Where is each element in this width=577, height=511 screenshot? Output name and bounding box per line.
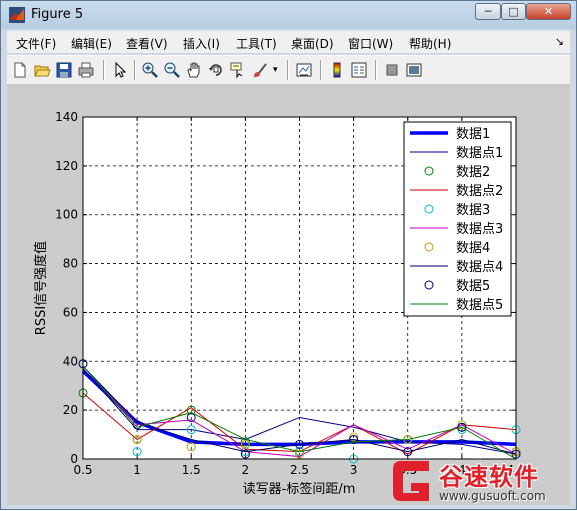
menu-overflow-icon[interactable]: ↘ bbox=[555, 35, 564, 48]
x-tick-label: 1.5 bbox=[182, 463, 201, 477]
legend-label: 数据1 bbox=[456, 127, 490, 142]
toolbar-separator bbox=[320, 60, 322, 80]
x-axis-label: 读写器-标签间距/m bbox=[243, 481, 356, 497]
legend-label: 数据点5 bbox=[456, 298, 503, 313]
y-tick-labels: 0 20 40 60 80 100 120 140 bbox=[55, 110, 78, 466]
legend-label: 数据点1 bbox=[456, 146, 503, 161]
menu-tools[interactable]: 工具(T) bbox=[236, 35, 277, 52]
toolbar-separator bbox=[375, 60, 377, 80]
toolbar-separator bbox=[103, 60, 105, 80]
menu-desktop[interactable]: 桌面(D) bbox=[291, 35, 334, 52]
title-bar[interactable]: Figure 5 ─ □ ✕ bbox=[1, 1, 576, 29]
window-title: Figure 5 bbox=[31, 7, 84, 22]
menu-bar: 文件(F) 编辑(E) 查看(V) 插入(I) 工具(T) 桌面(D) 窗口(W… bbox=[7, 31, 570, 53]
legend-label: 数据4 bbox=[456, 241, 490, 256]
watermark-name: 谷速软件 bbox=[439, 463, 539, 491]
pan-icon[interactable] bbox=[185, 61, 203, 79]
toolbar-separator bbox=[287, 60, 289, 80]
watermark-url: www.gusuoft.com bbox=[439, 489, 546, 503]
y-tick-label: 60 bbox=[63, 305, 78, 319]
close-button[interactable]: ✕ bbox=[526, 3, 571, 20]
legend-icon[interactable] bbox=[350, 61, 368, 79]
toolbar-separator bbox=[134, 60, 136, 80]
line-chart[interactable]: 0.511.522.533.544.5 020406080100120140 读… bbox=[7, 85, 570, 505]
menu-insert[interactable]: 插入(I) bbox=[183, 35, 220, 52]
matlab-app-icon bbox=[9, 7, 25, 23]
figure-canvas: 0.511.522.533.544.5 020406080100120140 读… bbox=[7, 85, 570, 505]
x-tick-label: 1 bbox=[133, 463, 141, 477]
maximize-button[interactable]: □ bbox=[501, 3, 526, 20]
legend-label: 数据点2 bbox=[456, 184, 503, 199]
menu-edit[interactable]: 编辑(E) bbox=[71, 35, 112, 52]
figure-window: Figure 5 ─ □ ✕ 文件(F) 编辑(E) 查看(V) 插入(I) 工… bbox=[0, 0, 577, 510]
y-tick-label: 120 bbox=[55, 159, 78, 173]
menu-help[interactable]: 帮助(H) bbox=[409, 35, 451, 52]
rotate-3d-icon[interactable] bbox=[207, 61, 225, 79]
link-plot-icon[interactable] bbox=[295, 61, 313, 79]
legend-label: 数据5 bbox=[456, 279, 490, 294]
brush-icon[interactable] bbox=[251, 61, 269, 79]
y-tick-label: 40 bbox=[63, 354, 78, 368]
legend-label: 数据点4 bbox=[456, 260, 503, 275]
show-plot-tools-icon[interactable] bbox=[405, 61, 423, 79]
y-tick-label: 80 bbox=[63, 257, 78, 271]
minimize-button[interactable]: ─ bbox=[475, 3, 501, 20]
save-icon[interactable] bbox=[55, 61, 73, 79]
print-icon[interactable] bbox=[77, 61, 95, 79]
y-tick-label: 140 bbox=[55, 110, 78, 124]
zoom-in-icon[interactable] bbox=[141, 61, 159, 79]
colorbar-icon[interactable] bbox=[328, 61, 346, 79]
legend[interactable]: 数据1 数据点1 数据2 数据点2 数据3 数据点3 数据4 数据点4 数据5 数据点5 bbox=[403, 121, 512, 317]
x-tick-label: 2.5 bbox=[290, 463, 309, 477]
x-tick-label: 2 bbox=[242, 463, 250, 477]
menu-window[interactable]: 窗口(W) bbox=[348, 35, 393, 52]
y-tick-label: 100 bbox=[55, 208, 78, 222]
y-tick-label: 0 bbox=[70, 452, 78, 466]
x-tick-label: 3 bbox=[350, 463, 358, 477]
site-watermark: 谷速软件 www.gusuoft.com bbox=[389, 453, 577, 511]
y-tick-label: 20 bbox=[63, 403, 78, 417]
menu-file[interactable]: 文件(F) bbox=[16, 35, 56, 52]
new-figure-icon[interactable] bbox=[11, 61, 29, 79]
legend-label: 数据2 bbox=[456, 165, 490, 180]
hide-plot-tools-icon[interactable] bbox=[383, 61, 401, 79]
watermark-logo-icon bbox=[393, 461, 429, 501]
data-cursor-icon[interactable] bbox=[229, 61, 247, 79]
zoom-out-icon[interactable] bbox=[163, 61, 181, 79]
figure-toolbar: ▾ bbox=[7, 55, 570, 85]
edit-plot-icon[interactable] bbox=[111, 61, 129, 79]
y-axis-label: RSSI信号强度值 bbox=[33, 241, 49, 335]
open-file-icon[interactable] bbox=[33, 61, 51, 79]
legend-label: 数据3 bbox=[456, 203, 490, 218]
legend-label: 数据点3 bbox=[456, 222, 503, 237]
menu-view[interactable]: 查看(V) bbox=[126, 35, 168, 52]
